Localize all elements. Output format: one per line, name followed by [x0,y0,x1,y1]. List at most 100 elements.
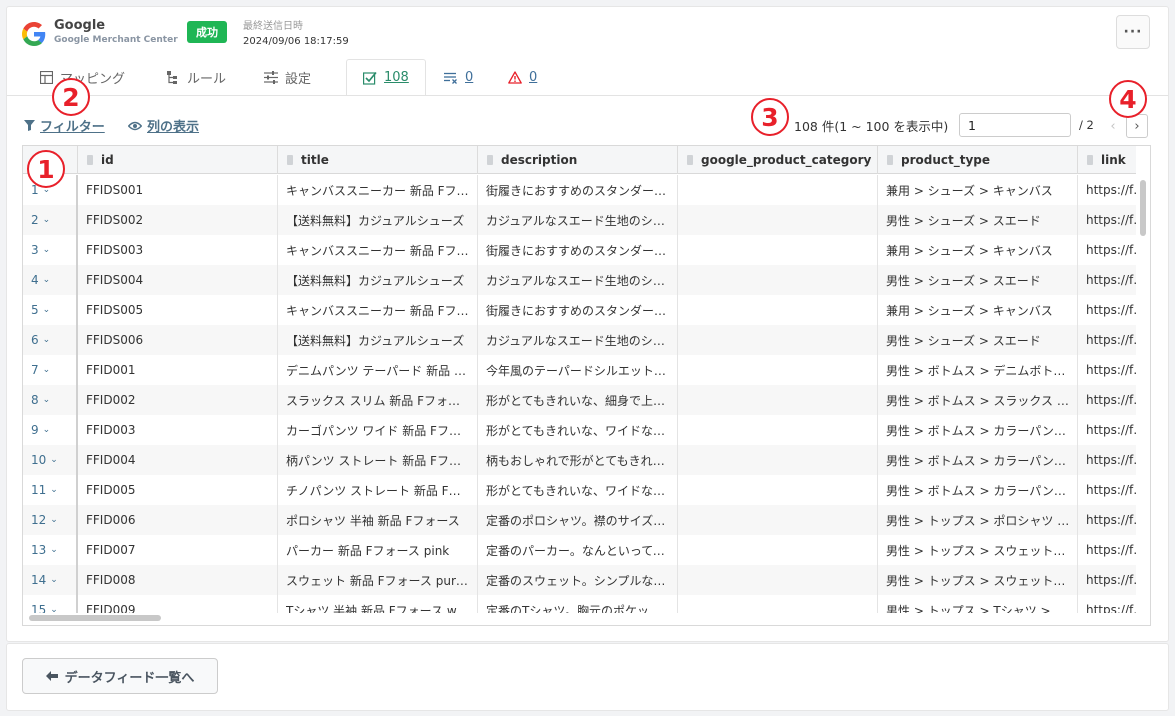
cell-link[interactable]: https://feed [1078,535,1136,565]
cell-description[interactable]: 定番のTシャツ。胸元のポケットがポイント [478,595,678,613]
cell-link[interactable]: https://feed [1078,385,1136,415]
tab-valid-items[interactable]: 108 [346,59,426,96]
cell-product-type[interactable]: 男性 > トップス > スウェット> パーカー [878,535,1078,565]
cell-description[interactable]: 街履きにおすすめのスタンダードなスニーカー [478,175,678,205]
cell-id[interactable]: FFIDS006 [78,325,278,355]
table-row[interactable]: 8 ⌄ FFID002 スラックス スリム 新品 Fフォース 形がとてもきれいな、細身で… [23,385,1136,415]
cell-description[interactable]: 定番のパーカー。なんといってもこの色 [478,535,678,565]
cell-title[interactable]: キャンバススニーカー 新品 Fフォース [278,235,478,265]
cell-title[interactable]: キャンバススニーカー 新品 Fフォース [278,175,478,205]
cell-product-type[interactable]: 男性 > ボトムス > カラーパンツ > ワイド [878,415,1078,445]
cell-google-product-category[interactable] [678,565,878,595]
cell-id[interactable]: FFID006 [78,505,278,535]
tab-rules[interactable]: ルール [167,59,226,96]
cell-product-type[interactable]: 男性 > ボトムス > デニムボトムス [878,355,1078,385]
cell-title[interactable]: 柄パンツ ストレート 新品 Fフォース [278,445,478,475]
cell-link[interactable]: https://feed [1078,235,1136,265]
cell-description[interactable]: 定番のスウェット。シンプルなデザイン [478,565,678,595]
cell-id[interactable]: FFID001 [78,355,278,385]
cell-title[interactable]: 【送料無料】カジュアルシューズ [278,265,478,295]
cell-id[interactable]: FFID004 [78,445,278,475]
cell-link[interactable]: https://feed [1078,445,1136,475]
cell-id[interactable]: FFID005 [78,475,278,505]
cell-google-product-category[interactable] [678,355,878,385]
header-product-type[interactable]: product_type [878,146,1078,174]
cell-description[interactable]: 街履きにおすすめのスタンダードなスニーカー [478,295,678,325]
cell-description[interactable]: 街履きにおすすめのスタンダードなスニーカー [478,235,678,265]
cell-description[interactable]: 形がとてもきれいな、ワイドなカーゴパンツ [478,415,678,445]
header-description[interactable]: description [478,146,678,174]
cell-title[interactable]: Tシャツ 半袖 新品 Fフォース white [278,595,478,613]
cell-title[interactable]: 【送料無料】カジュアルシューズ [278,205,478,235]
row-expand-toggle[interactable]: 6 ⌄ [23,325,78,355]
cell-link[interactable]: https://feed [1078,205,1136,235]
header-id[interactable]: id [78,146,278,174]
cell-title[interactable]: デニムパンツ テーパード 新品 Fフォース [278,355,478,385]
filter-link[interactable]: フィルター [24,116,105,135]
header-google-product-category[interactable]: google_product_category [678,146,878,174]
row-expand-toggle[interactable]: 2 ⌄ [23,205,78,235]
cell-product-type[interactable]: 男性 > シューズ > スエード [878,205,1078,235]
cell-id[interactable]: FFIDS004 [78,265,278,295]
cell-google-product-category[interactable] [678,595,878,613]
cell-title[interactable]: スウェット 新品 Fフォース purple [278,565,478,595]
cell-product-type[interactable]: 兼用 > シューズ > キャンバス [878,175,1078,205]
row-expand-toggle[interactable]: 13 ⌄ [23,535,78,565]
cell-link[interactable]: https://feed [1078,325,1136,355]
cell-link[interactable]: https://feed [1078,355,1136,385]
cell-google-product-category[interactable] [678,415,878,445]
cell-description[interactable]: 柄もおしゃれで形がとてもきれいなパンツ [478,445,678,475]
table-row[interactable]: 10 ⌄ FFID004 柄パンツ ストレート 新品 Fフォース 柄もおしゃれで形がとて… [23,445,1136,475]
cell-title[interactable]: パーカー 新品 Fフォース pink [278,535,478,565]
cell-title[interactable]: 【送料無料】カジュアルシューズ [278,325,478,355]
cell-product-type[interactable]: 兼用 > シューズ > キャンバス [878,295,1078,325]
tab-excluded-items[interactable]: 0 [444,59,473,96]
cell-id[interactable]: FFID003 [78,415,278,445]
cell-product-type[interactable]: 男性 > シューズ > スエード [878,265,1078,295]
tab-settings[interactable]: 設定 [264,59,311,96]
cell-link[interactable]: https://feed [1078,265,1136,295]
table-row[interactable]: 9 ⌄ FFID003 カーゴパンツ ワイド 新品 Fフォース 形がとてもきれいな、ワイ… [23,415,1136,445]
cell-google-product-category[interactable] [678,295,878,325]
cell-id[interactable]: FFID002 [78,385,278,415]
header-title[interactable]: title [278,146,478,174]
cell-google-product-category[interactable] [678,505,878,535]
cell-id[interactable]: FFID009 [78,595,278,613]
horizontal-scrollbar[interactable] [29,615,161,621]
row-expand-toggle[interactable]: 7 ⌄ [23,355,78,385]
cell-title[interactable]: チノパンツ ストレート 新品 Fフォース [278,475,478,505]
row-expand-toggle[interactable]: 8 ⌄ [23,385,78,415]
table-row[interactable]: 6 ⌄ FFIDS006 【送料無料】カジュアルシューズ カジュアルなスエード生地のシュ… [23,325,1136,355]
row-expand-toggle[interactable]: 3 ⌄ [23,235,78,265]
cell-product-type[interactable]: 男性 > トップス > ポロシャツ > 半袖 [878,505,1078,535]
cell-link[interactable]: https://feed [1078,595,1136,613]
table-row[interactable]: 12 ⌄ FFID006 ポロシャツ 半袖 新品 Fフォース 定番のポロシャツ。襟のサイ… [23,505,1136,535]
cell-title[interactable]: キャンバススニーカー 新品 Fフォース [278,295,478,325]
cell-link[interactable]: https://feed [1078,565,1136,595]
row-expand-toggle[interactable]: 14 ⌄ [23,565,78,595]
table-row[interactable]: 11⌄ FFID005 チノパンツ ストレート 新品 Fフォース形がとてもきれいな、… [23,475,1136,505]
cell-description[interactable]: 形がとてもきれいな、ワイドなチノパンツ [478,475,678,505]
cell-description[interactable]: 今年風のテーパードシルエットのデニム [478,355,678,385]
cell-google-product-category[interactable] [678,475,878,505]
cell-link[interactable]: https://feed [1078,415,1136,445]
cell-google-product-category[interactable] [678,535,878,565]
cell-link[interactable]: https://feed [1078,295,1136,325]
cell-id[interactable]: FFIDS001 [78,175,278,205]
row-expand-toggle[interactable]: 9 ⌄ [23,415,78,445]
cell-product-type[interactable]: 男性 > シューズ > スエード [878,325,1078,355]
table-row[interactable]: 14 ⌄ FFID008 スウェット 新品 Fフォース purple 定番のスウェット。… [23,565,1136,595]
page-number-input[interactable] [959,113,1071,137]
row-expand-toggle[interactable]: 10 ⌄ [23,445,78,475]
more-options-button[interactable]: ··· [1116,15,1150,49]
cell-google-product-category[interactable] [678,385,878,415]
cell-google-product-category[interactable] [678,445,878,475]
cell-title[interactable]: スラックス スリム 新品 Fフォース [278,385,478,415]
table-row[interactable]: 7⌄ FFID001 デニムパンツ テーパード 新品 Fフォース今年風のテーパードシ… [23,355,1136,385]
table-row[interactable]: 5⌄ FFIDS005 キャンバススニーカー 新品 Fフォース街履きにおすすめのスタ… [23,295,1136,325]
cell-google-product-category[interactable] [678,325,878,355]
vertical-scrollbar[interactable] [1140,180,1146,236]
table-row[interactable]: 2 ⌄ FFIDS002 【送料無料】カジュアルシューズ カジュアルなスエード生地のシュ… [23,205,1136,235]
cell-title[interactable]: ポロシャツ 半袖 新品 Fフォース [278,505,478,535]
cell-product-type[interactable]: 男性 > ボトムス > カラーパンツ > 柄 [878,445,1078,475]
